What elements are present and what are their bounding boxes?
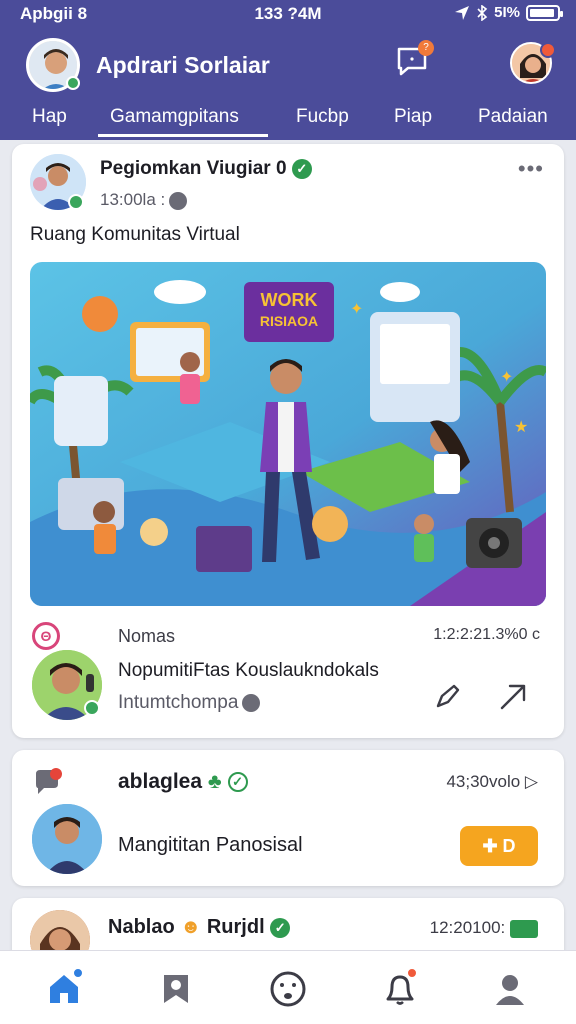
flag-icon [510, 919, 538, 938]
message-icon[interactable]: ? [396, 40, 434, 76]
tab-fucbp[interactable]: Fucbp [296, 106, 349, 128]
svg-text:RISIAOA: RISIAOA [260, 313, 318, 329]
bottom-navigation [0, 950, 576, 1024]
status-bar: Apbgii 8 133 ?4M 5I% [0, 0, 576, 28]
chat-bubble-icon[interactable] [32, 768, 62, 798]
message-badge: ? [418, 40, 434, 56]
comment-subtext: Intumtchompa [118, 692, 261, 714]
tab-hap[interactable]: Hap [32, 106, 67, 128]
nav-emoji[interactable] [268, 969, 308, 1009]
action-button[interactable]: ✚ D [460, 826, 538, 866]
reaction-label: Nomas [118, 626, 176, 646]
bluetooth-icon [477, 4, 488, 21]
svg-text:WORK: WORK [261, 290, 318, 310]
share-icon[interactable] [498, 682, 528, 712]
tab-piap[interactable]: Piap [394, 106, 432, 128]
app-header: Apbgii 8 133 ?4M 5I% Apdrari Sorlaiar ? … [0, 0, 576, 140]
post-card: Pegiomkan Viugiar 0 ✓ 13:00la : ••• Ruan… [12, 144, 564, 738]
post-timestamp: 13:00la : [100, 190, 188, 210]
post-image[interactable]: WORK RISIAOA ✦ ✦ ★ [30, 262, 546, 606]
card3-title: Nablao ☻ Rurjdl ✓ [108, 916, 291, 939]
card-title: ablaglea ♣ ✓ [118, 770, 248, 794]
home-badge [72, 967, 84, 979]
verified-small-icon [68, 194, 84, 210]
card-text: Mangititan Panosisal [118, 834, 303, 856]
svg-text:✦: ✦ [500, 369, 513, 386]
globe-icon [242, 693, 261, 712]
nav-bookmark[interactable] [156, 969, 196, 1009]
tab-gamamgpitans[interactable]: Gamamgpitans [110, 106, 239, 128]
battery-percent: 5I% [494, 4, 520, 21]
post-text: Ruang Komunitas Virtual [30, 224, 240, 245]
notification-card: ablaglea ♣ ✓ 43;30volo ▷ Mangititan Pano… [12, 750, 564, 886]
tab-bar: Hap Gamamgpitans Fucbp Piap Padaian [0, 98, 576, 140]
card-time: 43;30volo ▷ [446, 772, 538, 791]
nav-notifications[interactable] [380, 967, 420, 1009]
svg-text:✦: ✦ [350, 301, 363, 318]
reaction-icon[interactable]: Θ [32, 622, 60, 650]
reaction-time: 1:2:2:21.3%0 c [433, 626, 540, 643]
card3-time: 12:20100: [430, 918, 538, 938]
tab-padaian[interactable]: Padaian [478, 106, 548, 128]
edit-icon[interactable] [432, 682, 462, 712]
svg-text:★: ★ [514, 419, 528, 436]
comment-text: NopumitiFtas Kouslaukndokals [118, 660, 379, 681]
notification-badge [406, 967, 418, 979]
status-icons: 5I% [454, 4, 563, 21]
commenter-verified-icon [84, 700, 100, 716]
verified-icon: ✓ [270, 917, 291, 938]
notification-badge [540, 42, 556, 58]
battery-icon [526, 4, 563, 21]
post-author-name[interactable]: Pegiomkan Viugiar 0 ✓ [100, 158, 312, 180]
location-icon [455, 5, 470, 20]
emoji-icon: ☻ [180, 916, 202, 938]
verified-icon: ✓ [291, 158, 312, 179]
bookmark-icon [164, 975, 188, 1003]
more-options-icon[interactable]: ••• [518, 156, 544, 182]
nav-profile[interactable] [490, 969, 530, 1009]
globe-icon [169, 191, 188, 210]
face-icon [270, 971, 306, 1007]
verified-icon: ✓ [227, 772, 248, 793]
person-icon [496, 975, 524, 1005]
card-avatar[interactable] [32, 804, 102, 874]
nav-home[interactable] [44, 967, 84, 1009]
online-status-icon [66, 76, 80, 90]
leaf-icon: ♣ [207, 770, 222, 793]
active-tab-indicator [98, 134, 268, 137]
app-title: Apdrari Sorlaiar [96, 52, 270, 78]
